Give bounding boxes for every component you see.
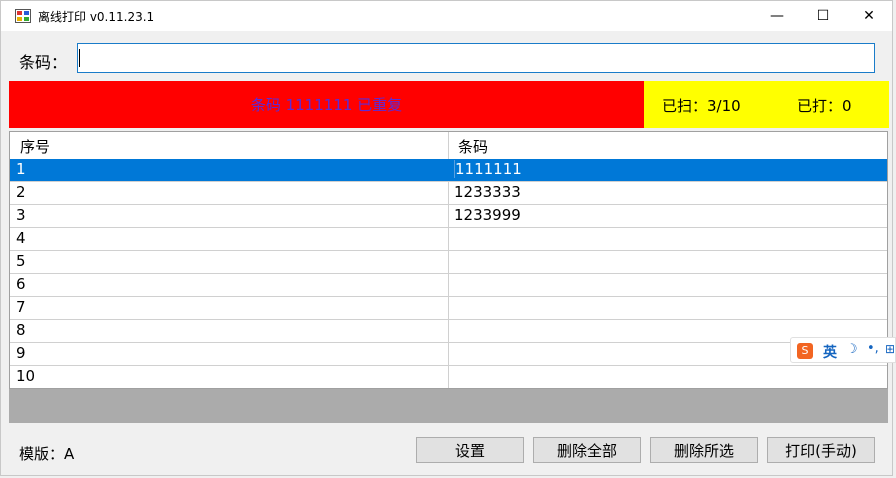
app-icon [15, 9, 31, 23]
ime-punctuation-toggle[interactable]: •, [867, 341, 879, 356]
row-index: 9 [16, 344, 26, 362]
row-index: 10 [16, 367, 36, 385]
text-caret [79, 49, 80, 67]
delete-selected-button[interactable]: 删除所选 [650, 437, 758, 463]
settings-button[interactable]: 设置 [416, 437, 524, 463]
table-row[interactable]: 9 [10, 343, 887, 366]
minimize-button[interactable]: — [754, 1, 800, 31]
row-index: 7 [16, 298, 26, 316]
maximize-icon: ☐ [816, 8, 830, 24]
column-header-index[interactable]: 序号 [20, 136, 50, 157]
table-row[interactable]: 2 1233333 [10, 182, 887, 205]
ime-toolbar[interactable]: S 英 ☽ •, ⊞ [790, 337, 896, 363]
barcode-label: 条码： [19, 53, 68, 72]
counter-panel: 已扫：3/10 已打：0 [644, 81, 889, 128]
status-message: 条码 1111111 已重复 [250, 96, 403, 114]
row-index: 4 [16, 229, 26, 247]
table-row[interactable]: 3 1233999 [10, 205, 887, 228]
close-button[interactable]: ✕ [846, 1, 892, 31]
keyboard-icon[interactable]: ⊞ [885, 342, 895, 356]
title-bar: 离线打印 v0.11.23.1 — ☐ ✕ [1, 1, 892, 31]
table-row[interactable]: 8 [10, 320, 887, 343]
table-row[interactable]: 1 1111111 [10, 159, 887, 182]
row-index: 8 [16, 321, 26, 339]
column-header-barcode[interactable]: 条码 [458, 136, 488, 157]
close-icon: ✕ [863, 8, 875, 24]
table-row[interactable]: 5 [10, 251, 887, 274]
ime-language-toggle[interactable]: 英 [823, 342, 837, 362]
barcode-input[interactable] [77, 43, 875, 73]
minimize-icon: — [770, 8, 784, 24]
window-title: 离线打印 v0.11.23.1 [38, 10, 155, 24]
maximize-button[interactable]: ☐ [800, 1, 846, 31]
row-index: 6 [16, 275, 26, 293]
table-row[interactable]: 4 [10, 228, 887, 251]
row-barcode: 1233333 [454, 183, 521, 201]
ime-logo-icon[interactable]: S [797, 343, 813, 359]
delete-all-button[interactable]: 删除全部 [533, 437, 641, 463]
table-empty-area [9, 389, 888, 423]
moon-icon[interactable]: ☽ [846, 342, 858, 357]
table-row[interactable]: 10 [10, 366, 887, 389]
print-manual-button[interactable]: 打印(手动) [767, 437, 875, 463]
row-barcode: 1233999 [454, 206, 521, 224]
table-row[interactable]: 7 [10, 297, 887, 320]
scanned-count: 已扫：3/10 [662, 97, 741, 115]
main-window: 离线打印 v0.11.23.1 — ☐ ✕ 条码： 条码 1111111 已重复… [0, 0, 893, 476]
row-index: 3 [16, 206, 26, 224]
barcode-table[interactable]: 序号 条码 1 1111111 2 1233333 3 1233999 4 5 … [9, 131, 888, 389]
printed-count: 已打：0 [797, 97, 852, 115]
row-barcode: 1111111 [454, 160, 522, 178]
status-message-panel: 条码 1111111 已重复 [9, 81, 644, 128]
template-label: 模版：A [19, 445, 75, 463]
row-index: 5 [16, 252, 26, 270]
table-row[interactable]: 6 [10, 274, 887, 297]
row-index: 1 [16, 160, 26, 178]
row-index: 2 [16, 183, 26, 201]
